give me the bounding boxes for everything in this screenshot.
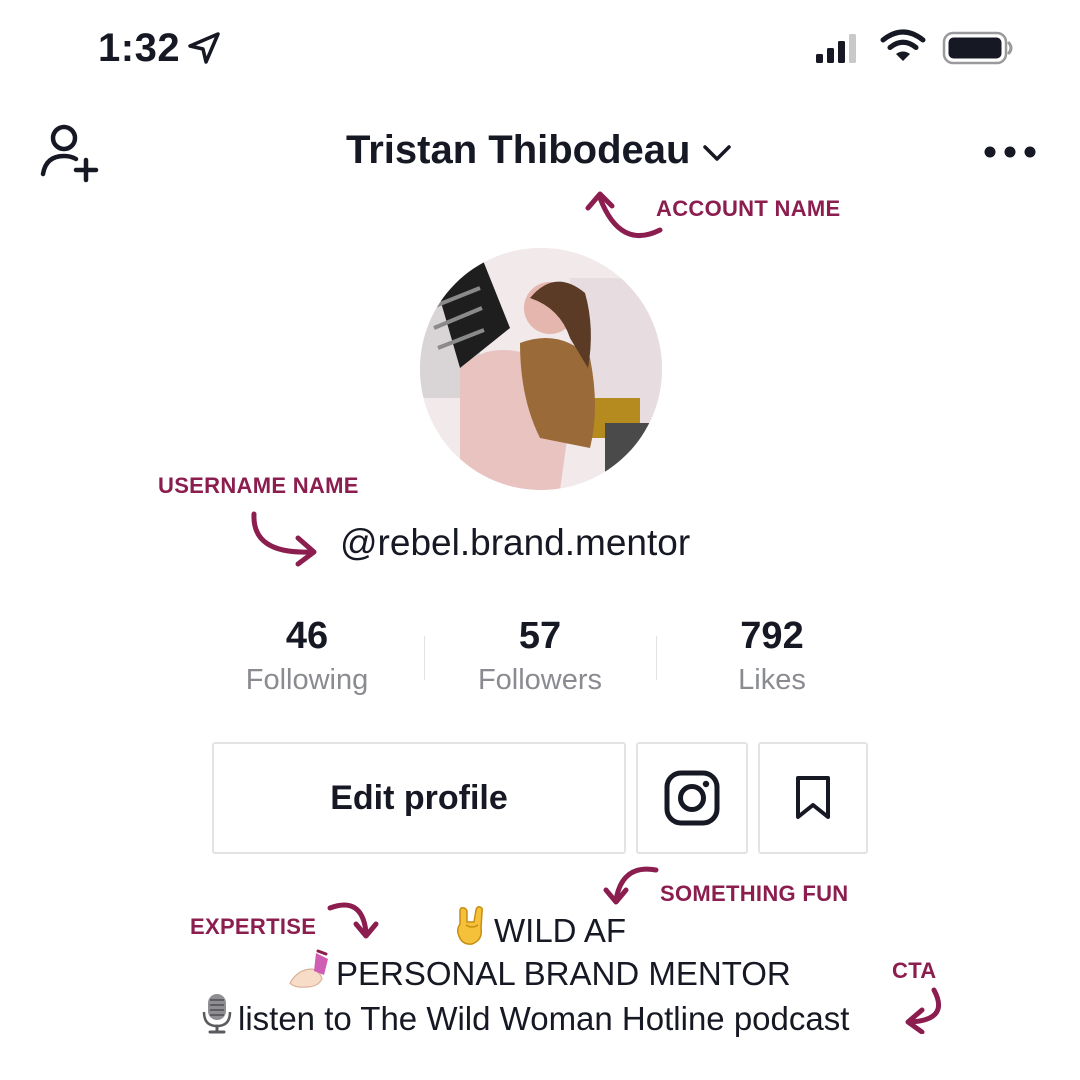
annotation-expertise: EXPERTISE xyxy=(190,914,317,939)
stat-following[interactable]: 46 Following xyxy=(191,614,423,700)
status-time: 1:32 xyxy=(98,26,181,70)
stat-value: 57 xyxy=(518,615,562,657)
chevron-down-icon[interactable] xyxy=(700,138,734,168)
stat-label: Followers xyxy=(477,664,603,696)
account-name-title[interactable]: Tristan Thibodeau xyxy=(346,128,690,173)
username-arrow xyxy=(251,511,317,567)
something-fun-arrow xyxy=(603,866,659,905)
annotation-something-fun: SOMETHING FUN xyxy=(660,881,849,906)
bio-line-1-text: WILD AF xyxy=(494,912,627,949)
annotation-cta: CTA xyxy=(892,958,937,983)
rock-hand-icon xyxy=(456,906,483,945)
instagram-icon xyxy=(664,770,720,826)
signal-icon xyxy=(816,34,856,63)
bio-line-2-text: PERSONAL BRAND MENTOR xyxy=(336,955,791,992)
wifi-icon xyxy=(880,29,926,61)
battery-icon xyxy=(942,31,1013,65)
bookmark-icon xyxy=(796,776,830,819)
avatar[interactable] xyxy=(420,248,662,490)
location-arrow-icon xyxy=(188,32,220,64)
expertise-arrow xyxy=(327,902,379,939)
stat-value: 46 xyxy=(285,615,329,657)
add-user-icon[interactable] xyxy=(38,122,102,184)
stat-label: Following xyxy=(245,664,369,696)
stat-likes[interactable]: 792 Likes xyxy=(656,614,888,700)
username: @rebel.brand.mentor xyxy=(340,522,691,563)
stat-followers[interactable]: 57 Followers xyxy=(424,614,656,700)
stat-label: Likes xyxy=(738,664,806,696)
account-name-arrow xyxy=(585,191,663,239)
bio-line-3-text: listen to The Wild Woman Hotline podcast xyxy=(238,1000,850,1037)
annotation-account-name: ACCOUNT NAME xyxy=(656,196,841,221)
bio-line-3: listen to The Wild Woman Hotline podcast xyxy=(200,992,849,1039)
nail-polish-icon xyxy=(289,949,328,988)
cta-arrow xyxy=(905,987,941,1034)
bookmark-button[interactable] xyxy=(758,742,868,854)
bio-line-1: WILD AF xyxy=(452,906,626,951)
stat-value: 792 xyxy=(740,615,804,657)
bio-line-2: PERSONAL BRAND MENTOR xyxy=(288,949,791,994)
more-icon[interactable] xyxy=(982,140,1038,164)
microphone-icon xyxy=(202,994,232,1034)
annotation-username: USERNAME NAME xyxy=(158,473,359,498)
edit-profile-button[interactable]: Edit profile xyxy=(212,742,626,854)
instagram-button[interactable] xyxy=(636,742,748,854)
avatar-photo xyxy=(420,248,662,490)
